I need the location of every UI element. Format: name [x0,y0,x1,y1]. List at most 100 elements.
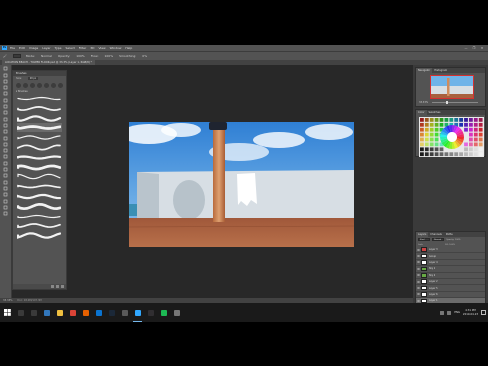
tab-layers[interactable]: Layers [416,232,429,237]
color-swatch[interactable] [459,118,463,122]
color-swatch[interactable] [439,147,444,152]
color-swatch[interactable] [434,132,439,137]
color-swatch[interactable] [434,152,439,157]
tool-dodge[interactable] [2,148,10,153]
taskbar-app-cortana[interactable] [14,303,27,322]
language-indicator[interactable]: ENG [454,311,460,314]
color-swatch[interactable] [434,147,439,152]
color-swatch[interactable] [444,152,449,157]
brush-tip[interactable] [44,83,49,88]
color-swatch[interactable] [429,147,434,152]
tab-paths[interactable]: Paths [444,232,455,237]
color-swatch[interactable] [424,147,429,152]
color-swatch[interactable] [469,147,473,152]
color-swatch[interactable] [420,147,424,152]
color-swatch[interactable] [444,118,449,122]
tool-shape[interactable] [2,173,10,178]
taskbar-app-store[interactable] [92,303,105,322]
navigator-zoom-slider[interactable] [432,101,478,104]
color-swatch[interactable] [434,137,439,142]
color-swatch[interactable] [439,118,444,122]
tool-brush[interactable] [2,110,10,115]
color-swatch[interactable] [469,132,473,137]
color-swatch[interactable] [469,137,473,142]
tool-stamp[interactable] [2,117,10,122]
status-zoom[interactable]: 33.33% [3,299,13,302]
color-swatch[interactable] [473,118,478,122]
tool-crop[interactable] [2,91,10,96]
color-swatch[interactable] [420,152,424,157]
blend-mode-select[interactable]: Normal [432,238,444,241]
brush-stroke-item[interactable] [17,231,62,240]
color-swatch[interactable] [434,122,439,127]
color-swatch[interactable] [478,147,483,152]
opacity-value[interactable]: 100% [76,54,85,58]
taskbar-app-firefox[interactable] [79,303,92,322]
navigator-thumbnail[interactable] [430,75,474,99]
brush-stroke-item[interactable] [17,143,62,152]
brush-stroke-item[interactable] [17,182,62,191]
taskbar-app-chrome[interactable] [66,303,79,322]
color-swatch[interactable] [449,118,454,122]
brush-stroke-item[interactable] [17,123,62,133]
volume-icon[interactable] [447,310,452,315]
navigator-zoom-value[interactable]: 33.33% [419,101,428,104]
brush-size-input[interactable]: 48 px [27,77,38,80]
mode-select[interactable]: Normal [41,54,52,58]
tool-eyedropper[interactable] [2,98,10,103]
clock[interactable]: 4:31 PM 2019-04-23 [463,309,478,316]
taskbar-app-spotify[interactable] [157,303,170,322]
color-swatch[interactable] [434,127,439,132]
color-swatch[interactable] [454,152,459,157]
color-swatch[interactable] [429,127,434,132]
color-swatch[interactable] [478,118,483,122]
notification-icon[interactable] [481,310,486,315]
color-swatch[interactable] [454,118,459,122]
brush-preset-picker[interactable] [12,54,21,58]
color-swatch[interactable] [420,132,424,137]
layer-kind-filter[interactable]: Kind [418,238,430,241]
tool-zoom[interactable] [2,186,10,191]
color-swatch[interactable] [478,132,483,137]
tab-channels[interactable]: Channels [428,232,444,237]
color-swatch[interactable] [473,127,478,132]
taskbar-app-task-view[interactable] [27,303,40,322]
color-swatch[interactable] [464,127,468,132]
zoom-slider-knob[interactable] [446,101,448,104]
color-swatch[interactable] [429,122,434,127]
color-swatch[interactable] [464,122,468,127]
tool-pen[interactable] [2,154,10,159]
color-swatch[interactable] [478,152,483,157]
color-swatch[interactable] [424,137,429,142]
tool-healing[interactable] [2,104,10,109]
tool-colors[interactable] [2,199,10,204]
color-swatch[interactable] [429,132,434,137]
tab-histogram[interactable]: Histogram [432,68,449,73]
color-swatch[interactable] [434,118,439,122]
document-tab[interactable]: LOCATION BEACH - TOWER FLOOR.psd @ 33.3%… [2,60,95,65]
color-swatch[interactable] [420,118,424,122]
taskbar-app-obs[interactable] [144,303,157,322]
taskbar-app-photoshop[interactable] [131,303,144,322]
tool-move[interactable] [2,66,10,71]
color-swatch[interactable] [464,118,468,122]
color-swatch[interactable] [420,142,424,147]
brush-stroke-item[interactable] [17,192,62,201]
color-swatch[interactable] [449,152,454,157]
brush-stroke-item[interactable] [17,114,62,123]
flow-value[interactable]: 100% [104,54,113,58]
color-swatch[interactable] [459,122,463,127]
color-swatch[interactable] [464,152,468,157]
status-doc-info[interactable]: Doc: 18.0M/107.3M [17,299,41,302]
brush-tip[interactable] [30,83,35,88]
tool-lasso[interactable] [2,79,10,84]
brush-stroke-item[interactable] [17,202,62,211]
color-swatch[interactable] [464,147,468,152]
color-swatch[interactable] [439,122,444,127]
trash-icon[interactable] [61,285,64,288]
tool-mask[interactable] [2,205,10,210]
color-swatch[interactable] [424,142,429,147]
brush-stroke-item[interactable] [17,94,62,103]
color-swatch[interactable] [439,152,444,157]
taskbar-app-edge[interactable] [40,303,53,322]
